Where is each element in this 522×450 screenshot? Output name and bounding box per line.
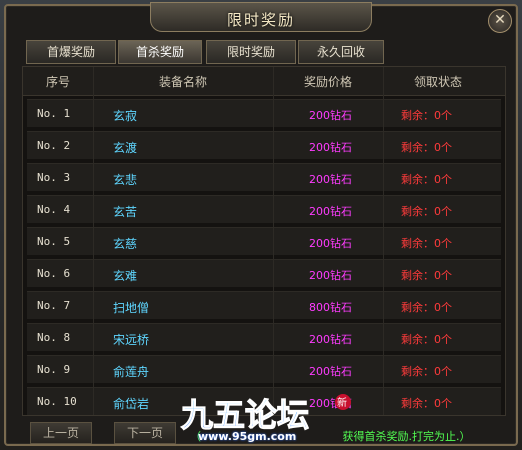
watermark-brand: 九五论坛: [181, 396, 309, 432]
hint-text: 获得首杀奖励.打完为止.）: [342, 430, 471, 443]
row-number: No. 1: [37, 107, 71, 120]
table-row: No. 3 玄悲 200钻石 剩余：0个: [27, 163, 501, 191]
column-divider: [273, 67, 274, 415]
header-index: 序号: [45, 75, 70, 89]
table-header: 序号 装备名称 奖励价格 领取状态: [23, 67, 505, 96]
equipment-name: 俞莲舟: [113, 365, 150, 379]
equipment-name: 玄寂: [113, 109, 138, 123]
equipment-name: 俞岱岩: [113, 397, 150, 411]
equipment-name: 玄苦: [113, 205, 138, 219]
column-divider: [93, 67, 94, 415]
header-reward-price: 奖励价格: [303, 75, 352, 89]
equipment-name: 宋远桥: [113, 333, 150, 347]
tab-limited-time-reward[interactable]: 限时奖励: [206, 40, 296, 64]
window-title: 限时奖励: [226, 11, 295, 29]
equipment-name: 玄难: [113, 269, 138, 283]
row-number: No. 9: [37, 363, 71, 376]
header-claim-status: 领取状态: [413, 75, 462, 89]
row-number: No. 10: [37, 395, 77, 408]
equipment-name: 玄渡: [113, 141, 138, 155]
watermark-url: www.95gm.com: [198, 430, 297, 443]
tab-first-kill-reward[interactable]: 首杀奖励: [118, 40, 202, 64]
table-row: No. 2 玄渡 200钻石 剩余：0个: [27, 131, 501, 159]
row-number: No. 3: [37, 171, 71, 184]
equipment-name: 扫地僧: [113, 301, 150, 315]
claim-status: 剩余：0个: [401, 397, 452, 410]
claim-status: 剩余：0个: [401, 333, 452, 346]
dialog-window: { "window": { "title": "限时奖励", "close_gl…: [0, 0, 522, 450]
claim-status: 剩余：0个: [401, 301, 452, 314]
equipment-name: 玄悲: [113, 173, 138, 187]
claim-status: 剩余：0个: [401, 141, 452, 154]
reward-price: 200钻石: [309, 173, 352, 186]
table-row: No. 8 宋远桥 200钻石 剩余：0个: [27, 323, 501, 351]
claim-status: 剩余：0个: [401, 237, 452, 250]
reward-price: 200钻石: [309, 333, 352, 346]
claim-status: 剩余：0个: [401, 109, 452, 122]
row-number: No. 4: [37, 203, 71, 216]
reward-table: 序号 装备名称 奖励价格 领取状态 No. 1 玄寂 200钻石 剩余：0个 N…: [22, 66, 506, 416]
reward-price: 200钻石: [309, 205, 352, 218]
claim-status: 剩余：0个: [401, 365, 452, 378]
claim-status: 剩余：0个: [401, 205, 452, 218]
reward-price: 200钻石: [309, 269, 352, 282]
table-row: No. 4 玄苦 200钻石 剩余：0个: [27, 195, 501, 223]
tab-first-drop-reward[interactable]: 首爆奖励: [26, 40, 116, 64]
table-row: No. 7 扫地僧 800钻石 剩余：0个: [27, 291, 501, 319]
row-number: No. 2: [37, 139, 71, 152]
watermark-logo: 九五论坛 新: [180, 394, 351, 432]
close-icon: ✕: [494, 12, 506, 28]
reward-price: 200钻石: [309, 109, 352, 122]
table-row: No. 1 玄寂 200钻石 剩余：0个: [27, 99, 501, 127]
prev-page-button[interactable]: 上一页: [30, 422, 92, 444]
reward-price: 200钻石: [309, 237, 352, 250]
reward-price: 200钻石: [309, 365, 352, 378]
row-number: No. 6: [37, 267, 71, 280]
row-number: No. 8: [37, 331, 71, 344]
table-row: No. 5 玄慈 200钻石 剩余：0个: [27, 227, 501, 255]
equipment-name: 玄慈: [113, 237, 138, 251]
title-bar: 限时奖励: [150, 2, 372, 32]
reward-price: 800钻石: [309, 301, 352, 314]
table-row: No. 9 俞莲舟 200钻石 剩余：0个: [27, 355, 501, 383]
claim-status: 剩余：0个: [401, 173, 452, 186]
row-number: No. 5: [37, 235, 71, 248]
reward-price: 200钻石: [309, 141, 352, 154]
tab-permanent-recycle[interactable]: 永久回收: [298, 40, 384, 64]
row-number: No. 7: [37, 299, 71, 312]
table-row: No. 6 玄难 200钻石 剩余：0个: [27, 259, 501, 287]
column-divider: [383, 67, 384, 415]
claim-status: 剩余：0个: [401, 269, 452, 282]
close-button[interactable]: ✕: [488, 9, 512, 33]
header-equipment-name: 装备名称: [158, 75, 207, 89]
new-badge-label: 新: [337, 396, 347, 409]
next-page-button[interactable]: 下一页: [114, 422, 176, 444]
